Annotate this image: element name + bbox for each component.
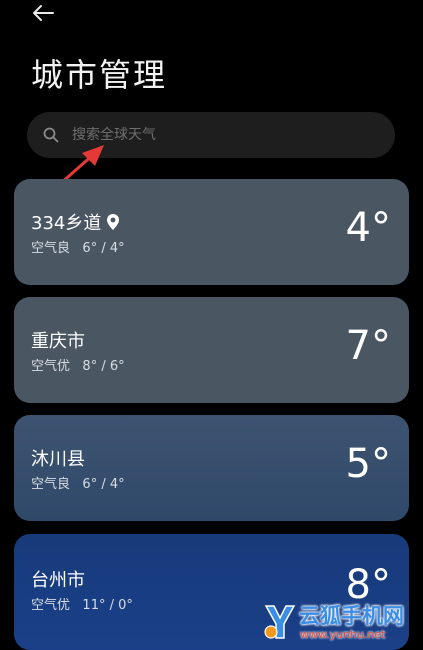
city-name-row: 台州市 [31,566,85,592]
city-card-334-xiangdao[interactable]: 334乡道 空气良 6° / 4° 4° [14,179,409,285]
location-pin-icon [106,213,120,231]
temp-range: 6° / 4° [82,241,125,256]
current-temperature: 5° [345,441,391,487]
city-name: 重庆市 [31,331,85,352]
temp-range: 6° / 4° [82,477,125,492]
aqi-label: 空气良 [31,477,71,492]
page-title: 城市管理 [31,56,168,94]
city-name: 沐川县 [31,449,85,470]
city-name-row: 重庆市 [31,327,85,353]
city-card-muchuan[interactable]: 沐川县 空气良 6° / 4° 5° [14,415,409,521]
aqi-and-range: 空气优 11° / 0° [31,594,133,613]
aqi-label: 空气优 [31,598,71,613]
city-name-row: 334乡道 [31,209,120,235]
temp-range: 11° / 0° [82,598,133,613]
search-icon [42,126,60,144]
aqi-and-range: 空气良 6° / 4° [31,473,125,492]
city-name: 334乡道 [31,213,102,234]
aqi-and-range: 空气良 6° / 4° [31,237,125,256]
search-input[interactable] [70,126,354,144]
back-arrow-icon [33,5,54,21]
current-temperature: 7° [345,323,391,369]
city-name-row: 沐川县 [31,445,85,471]
back-button[interactable] [26,0,60,26]
temp-range: 8° / 6° [82,359,125,374]
current-temperature: 8° [345,562,391,608]
city-card-taizhou[interactable]: 台州市 空气优 11° / 0° 8° [14,534,409,650]
current-temperature: 4° [345,205,391,251]
aqi-label: 空气优 [31,359,71,374]
city-name: 台州市 [31,570,85,591]
city-card-chongqing[interactable]: 重庆市 空气优 8° / 6° 7° [14,297,409,403]
aqi-label: 空气良 [31,241,71,256]
aqi-and-range: 空气优 8° / 6° [31,355,125,374]
search-bar[interactable] [27,112,395,158]
